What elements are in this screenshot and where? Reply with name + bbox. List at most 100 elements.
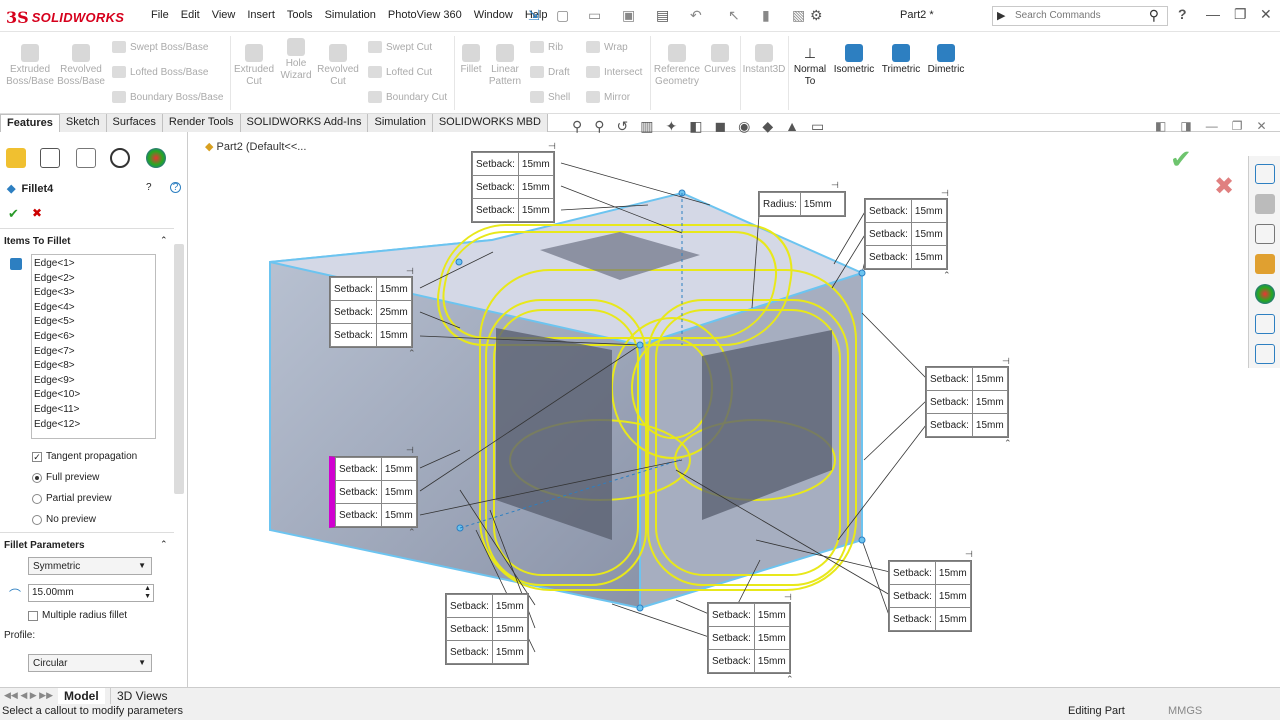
tangent-propagation-checkbox[interactable]: ✓ Tangent propagation <box>32 451 137 462</box>
collapse-callout-icon[interactable]: ⌃ <box>786 674 794 685</box>
tab-mbd[interactable]: SOLIDWORKS MBD <box>432 114 548 132</box>
revolved-cut-button[interactable]: Revolved Cut <box>316 44 360 88</box>
checkbox[interactable] <box>28 610 38 621</box>
wrap-button[interactable]: Wrap <box>586 41 628 53</box>
swept-cut-button[interactable]: Swept Cut <box>368 41 432 53</box>
list-item[interactable]: Edge<4> <box>32 301 155 316</box>
search-commands-field[interactable]: ▶ Search Commands ⚲ <box>992 6 1168 26</box>
fillet-method-select[interactable]: Symmetric ▼ <box>28 557 152 575</box>
swept-boss-button[interactable]: Swept Boss/Base <box>112 41 208 53</box>
boundary-boss-button[interactable]: Boundary Boss/Base <box>112 91 223 103</box>
lofted-cut-button[interactable]: Lofted Cut <box>368 66 432 78</box>
apply-scene-icon[interactable]: ▲ <box>785 118 799 135</box>
view-palette-icon[interactable] <box>1254 254 1275 274</box>
rib-button[interactable]: Rib <box>530 41 563 53</box>
whats-wrong-icon[interactable]: ? <box>146 182 152 193</box>
partial-preview-radio[interactable]: Partial preview <box>32 493 112 504</box>
pin-icon[interactable]: ⊣ <box>784 592 792 603</box>
edit-appearance-icon[interactable]: ◆ <box>762 118 773 135</box>
lofted-boss-button[interactable]: Lofted Boss/Base <box>112 66 208 78</box>
resources-icon[interactable] <box>1254 194 1275 214</box>
setback-callout-left-bottom[interactable]: Setback: 15mm Setback: 15mm Setback: 15mm <box>329 456 418 528</box>
save-icon[interactable]: ▣ <box>622 7 635 25</box>
panel-scrollbar[interactable] <box>174 244 184 494</box>
menu-view[interactable]: View <box>206 9 242 21</box>
menu-simulation[interactable]: Simulation <box>319 9 382 21</box>
list-item[interactable]: Edge<10> <box>32 388 155 403</box>
list-item[interactable]: Edge<1> <box>32 257 155 272</box>
pin-icon[interactable]: ⇲ <box>528 7 540 25</box>
collapse-callout-icon[interactable]: ⌃ <box>1004 438 1012 449</box>
help-icon[interactable]: ? <box>170 182 181 193</box>
display-style-icon[interactable]: ◼ <box>714 118 726 135</box>
spin-icon[interactable]: ▲ ▼ <box>144 585 151 601</box>
view-orientation-icon[interactable]: ◧ <box>689 118 702 135</box>
pin-icon[interactable]: ⊣ <box>548 141 556 152</box>
pin-icon[interactable]: ⊣ <box>406 266 414 277</box>
confirm-check-icon[interactable]: ✔ <box>1170 144 1192 175</box>
zoom-to-area-icon[interactable]: ⚲ <box>594 118 604 135</box>
tab-render-tools[interactable]: Render Tools <box>162 114 241 132</box>
menu-window[interactable]: Window <box>468 9 519 21</box>
no-preview-radio[interactable]: No preview <box>32 514 96 525</box>
pin-icon[interactable]: ⊣ <box>831 180 839 191</box>
forum-icon[interactable] <box>1254 344 1275 364</box>
search-icon[interactable]: ⚲ <box>1149 7 1159 24</box>
radius-input[interactable]: 15.00mm ▲ ▼ <box>28 584 154 602</box>
select-icon[interactable]: ↖ <box>728 7 740 25</box>
tab-surfaces[interactable]: Surfaces <box>106 114 163 132</box>
file-explorer-icon[interactable] <box>1254 224 1275 244</box>
rebuild-icon[interactable]: ▮ <box>762 7 770 25</box>
trimetric-button[interactable]: Trimetric <box>878 44 924 76</box>
list-item[interactable]: Edge<5> <box>32 315 155 330</box>
menu-tools[interactable]: Tools <box>281 9 319 21</box>
setback-callout-right-bottom[interactable]: Setback: 15mm Setback: 15mm Setback: 15mm <box>888 560 972 632</box>
setback-callout-bottom-mid[interactable]: Setback: 15mm Setback: 15mm Setback: 15mm <box>707 602 791 674</box>
linear-pattern-button[interactable]: Linear Pattern <box>486 44 524 88</box>
setback-callout-left-top[interactable]: Setback: 15mm Setback: 25mm Setback: 15mm <box>329 276 413 348</box>
tab-model[interactable]: Model <box>58 688 105 704</box>
tab-3d-views[interactable]: 3D Views <box>110 688 173 704</box>
fillet-parameters-header[interactable]: Fillet Parameters <box>4 540 85 551</box>
list-item[interactable]: Edge<11> <box>32 403 155 418</box>
view-settings-icon[interactable]: ▭ <box>811 118 824 135</box>
items-to-fillet-header[interactable]: Items To Fillet <box>4 236 71 247</box>
radio-selected[interactable] <box>32 472 42 483</box>
dynamic-annotation-icon[interactable]: ✦ <box>666 118 678 135</box>
pin-icon[interactable]: ⊣ <box>941 188 949 199</box>
boundary-cut-button[interactable]: Boundary Cut <box>368 91 447 103</box>
new-document-icon[interactable]: ▢ <box>556 7 569 25</box>
minimize-window-icon[interactable]: — <box>1206 6 1220 22</box>
cancel-icon[interactable]: ✖ <box>32 206 42 220</box>
collapse-icon[interactable]: ⌃ <box>160 539 168 550</box>
dimxpert-icon[interactable] <box>110 148 130 168</box>
setback-callout-bottom-left[interactable]: Setback: 15mm Setback: 15mm Setback: 15mm <box>445 593 529 665</box>
tab-features[interactable]: Features <box>0 114 60 132</box>
split-left-icon[interactable]: ◧ <box>1155 119 1166 133</box>
unit-system[interactable]: MMGS <box>1168 705 1202 717</box>
list-item[interactable]: Edge<7> <box>32 345 155 360</box>
reference-geometry-button[interactable]: Reference Geometry <box>652 44 702 88</box>
multiple-radius-checkbox[interactable]: Multiple radius fillet <box>28 610 127 621</box>
collapse-callout-icon[interactable]: ⌃ <box>408 348 416 359</box>
undo-icon[interactable]: ↶ <box>690 7 702 25</box>
isometric-button[interactable]: Isometric <box>832 44 876 76</box>
configuration-manager-icon[interactable] <box>76 148 96 168</box>
instant3d-button[interactable]: Instant3D <box>742 44 786 76</box>
list-item[interactable]: Edge<2> <box>32 272 155 287</box>
home-icon[interactable] <box>1254 164 1275 184</box>
previous-view-icon[interactable]: ↺ <box>617 118 629 135</box>
extruded-boss-button[interactable]: Extruded Boss/Base <box>6 44 54 88</box>
open-document-icon[interactable]: ▭ <box>588 7 601 25</box>
tab-simulation[interactable]: Simulation <box>368 114 433 132</box>
pin-icon[interactable]: ⊣ <box>965 549 973 560</box>
list-item[interactable]: Edge<3> <box>32 286 155 301</box>
feature-tree-flyout[interactable]: ◆ Part2 (Default<<... <box>205 140 306 153</box>
edge-list[interactable]: Edge<1> Edge<2> Edge<3> Edge<4> Edge<5> … <box>31 254 156 439</box>
intersect-button[interactable]: Intersect <box>586 66 642 78</box>
file-properties-icon[interactable]: ▧ <box>792 7 805 25</box>
full-preview-radio[interactable]: Full preview <box>32 472 99 483</box>
hole-wizard-button[interactable]: Hole Wizard <box>276 38 316 82</box>
ok-check-icon[interactable]: ✔ <box>8 206 19 222</box>
profile-select[interactable]: Circular ▼ <box>28 654 152 672</box>
